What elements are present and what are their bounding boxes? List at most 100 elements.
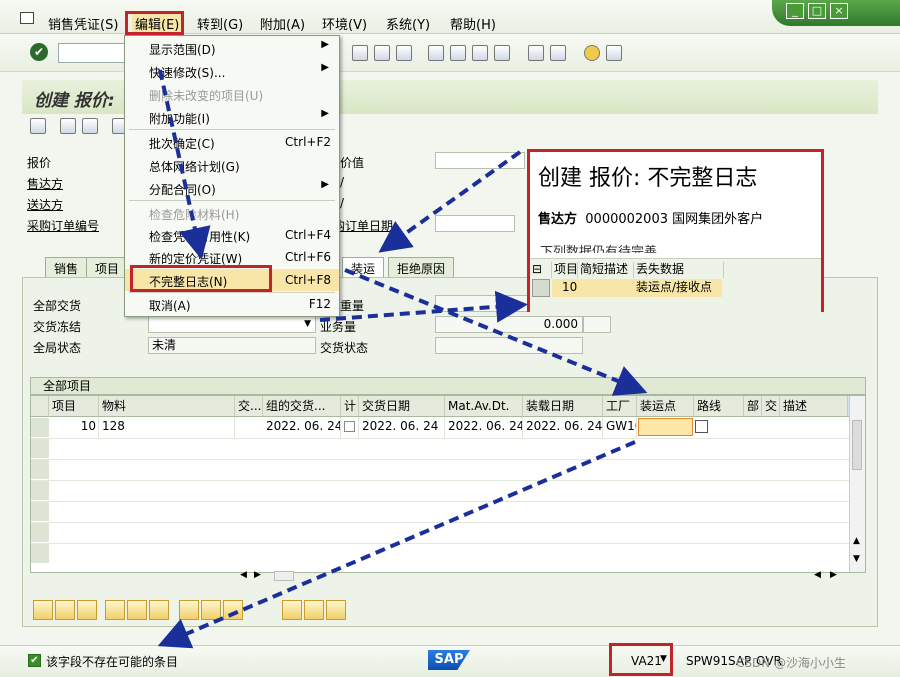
column-header[interactable]: 项目 bbox=[49, 396, 99, 417]
row-selector[interactable] bbox=[31, 481, 49, 501]
net-value-field[interactable] bbox=[435, 152, 525, 169]
command-field[interactable] bbox=[58, 43, 128, 63]
row-selector[interactable] bbox=[31, 502, 49, 522]
close-icon[interactable]: × bbox=[830, 3, 848, 19]
menu-sales-document[interactable]: 销售凭证(S) bbox=[48, 14, 118, 33]
minimize-icon[interactable]: _ bbox=[786, 3, 804, 19]
menu-item-network-plan[interactable]: 总体网络计划(G) bbox=[125, 154, 339, 176]
next-page-icon[interactable] bbox=[472, 45, 488, 61]
row-selector[interactable] bbox=[31, 544, 49, 564]
cell-delivery-date[interactable]: 2022. 06. 24 bbox=[359, 417, 445, 438]
column-header[interactable]: 计 bbox=[341, 396, 359, 417]
pricing-button[interactable] bbox=[282, 600, 302, 620]
menu-item-new-pricing[interactable]: 新的定价凭证(W) Ctrl+F6 bbox=[125, 246, 339, 268]
row-selector[interactable] bbox=[532, 279, 550, 297]
layout-menu-icon[interactable] bbox=[606, 45, 622, 61]
menu-item-check-availability[interactable]: 检查凭证可用性(K) Ctrl+F4 bbox=[125, 224, 339, 246]
menu-environment[interactable]: 环境(V) bbox=[322, 14, 367, 33]
ship-to-label[interactable]: 送达方 bbox=[27, 196, 63, 213]
tab-reason-rejection[interactable]: 拒绝原因 bbox=[388, 257, 455, 277]
select-all-column[interactable] bbox=[31, 396, 49, 417]
cell-checkbox[interactable] bbox=[341, 417, 359, 438]
column-header[interactable]: 部 bbox=[744, 396, 762, 417]
chevron-down-icon[interactable]: ▼ bbox=[304, 317, 311, 332]
value-help-icon[interactable] bbox=[695, 420, 708, 433]
cell-plant[interactable]: GW10 bbox=[603, 417, 637, 438]
column-header[interactable]: 描述 bbox=[780, 396, 848, 417]
po-number-label[interactable]: 采购订单编号 bbox=[27, 217, 99, 234]
column-header[interactable]: 交货日期 bbox=[359, 396, 445, 417]
availability-button[interactable] bbox=[304, 600, 324, 620]
menu-item-display-range[interactable]: 显示范围(D) ▶ bbox=[125, 37, 339, 59]
column-header[interactable]: 组的交货... bbox=[263, 396, 341, 417]
header-details-icon[interactable] bbox=[30, 118, 46, 134]
checkbox[interactable] bbox=[344, 421, 355, 432]
delivery-block-field[interactable]: ▼ bbox=[148, 316, 316, 333]
row-selector[interactable] bbox=[31, 418, 49, 438]
scroll-right-icon[interactable]: ▶ bbox=[254, 570, 261, 580]
transaction-code[interactable]: VA21 bbox=[631, 654, 662, 668]
menu-edit[interactable]: 编辑(E) bbox=[132, 14, 183, 33]
row-selector[interactable] bbox=[31, 439, 49, 459]
menu-extras[interactable]: 附加(A) bbox=[260, 14, 305, 33]
deselect-all-button[interactable] bbox=[127, 600, 147, 620]
row-selector[interactable] bbox=[31, 460, 49, 480]
item-conditions-button[interactable] bbox=[179, 600, 199, 620]
find-icon[interactable] bbox=[374, 45, 390, 61]
maximize-icon[interactable]: □ bbox=[808, 3, 826, 19]
insert-row-button[interactable] bbox=[55, 600, 75, 620]
cell-group-delivery-date[interactable]: 2022. 06. 24 bbox=[263, 417, 341, 438]
po-date-label[interactable]: 购订单日期 bbox=[333, 217, 393, 234]
print-icon[interactable] bbox=[352, 45, 368, 61]
menu-system[interactable]: 系统(Y) bbox=[386, 14, 430, 33]
last-page-icon[interactable] bbox=[494, 45, 510, 61]
cell-material[interactable]: 128 bbox=[99, 417, 235, 438]
previous-page-icon[interactable] bbox=[450, 45, 466, 61]
menu-item-cancel[interactable]: 取消(A) F12 bbox=[125, 293, 339, 315]
menu-item-fast-change[interactable]: 快速修改(S)... ▶ bbox=[125, 60, 339, 82]
partner-icon[interactable] bbox=[82, 118, 98, 134]
vertical-scrollbar[interactable]: ▲ ▼ bbox=[849, 396, 865, 572]
scroll-left-icon[interactable]: ◀ bbox=[240, 570, 247, 580]
cell-loading-date[interactable]: 2022. 06. 24 bbox=[523, 417, 603, 438]
new-session-icon[interactable] bbox=[528, 45, 544, 61]
horizontal-scrollbar[interactable]: ◀ ▶ ◀ ▶ bbox=[240, 570, 850, 584]
column-header[interactable]: 装载日期 bbox=[523, 396, 603, 417]
enter-check-icon[interactable]: ✔ bbox=[30, 43, 48, 61]
menu-help[interactable]: 帮助(H) bbox=[450, 14, 496, 33]
shipping-point-input[interactable] bbox=[638, 418, 693, 436]
column-header[interactable]: 交... bbox=[235, 396, 263, 417]
tab-shipping[interactable]: 装运 bbox=[342, 257, 385, 277]
find-next-icon[interactable] bbox=[396, 45, 412, 61]
select-all-column[interactable]: ⊟ bbox=[530, 262, 552, 278]
first-page-icon[interactable] bbox=[428, 45, 444, 61]
cell-mat-avail-date[interactable]: 2022. 06. 24 bbox=[445, 417, 523, 438]
column-header[interactable]: 工厂 bbox=[603, 396, 637, 417]
sold-to-label[interactable]: 售达方 bbox=[27, 175, 63, 192]
tab-sales[interactable]: 销售 bbox=[45, 257, 88, 277]
po-date-field[interactable] bbox=[435, 215, 515, 232]
select-all-button[interactable] bbox=[105, 600, 125, 620]
tab-item-overview[interactable]: 项目 bbox=[86, 257, 129, 277]
schedule-lines-button[interactable] bbox=[223, 600, 243, 620]
cell-item[interactable]: 10 bbox=[49, 417, 99, 438]
scroll-left-icon[interactable]: ◀ bbox=[814, 570, 821, 580]
row-selector[interactable] bbox=[31, 523, 49, 543]
column-header[interactable]: Mat.Av.Dt. bbox=[445, 396, 523, 417]
menu-item-additional-functions[interactable]: 附加功能(I) ▶ bbox=[125, 106, 339, 128]
item-details-icon[interactable] bbox=[60, 118, 76, 134]
menu-item-batch-determination[interactable]: 批次确定(C) Ctrl+F2 bbox=[125, 131, 339, 153]
chevron-down-icon[interactable]: ▼ bbox=[660, 654, 667, 664]
menu-item-assign-contract[interactable]: 分配合同(O) ▶ bbox=[125, 177, 339, 199]
column-header[interactable]: 物料 bbox=[99, 396, 235, 417]
shortcut-icon[interactable] bbox=[550, 45, 566, 61]
scroll-right-icon[interactable]: ▶ bbox=[830, 570, 837, 580]
column-header[interactable]: 装运点 bbox=[637, 396, 694, 417]
select-block-button[interactable] bbox=[149, 600, 169, 620]
item-details-button[interactable] bbox=[33, 600, 53, 620]
menu-item-incompletion-log[interactable]: 不完整日志(N) Ctrl+F8 bbox=[125, 269, 339, 291]
exit-icon[interactable] bbox=[20, 12, 34, 24]
product-selection-button[interactable] bbox=[326, 600, 346, 620]
column-header[interactable]: 交 bbox=[762, 396, 780, 417]
menu-goto[interactable]: 转到(G) bbox=[197, 14, 243, 33]
